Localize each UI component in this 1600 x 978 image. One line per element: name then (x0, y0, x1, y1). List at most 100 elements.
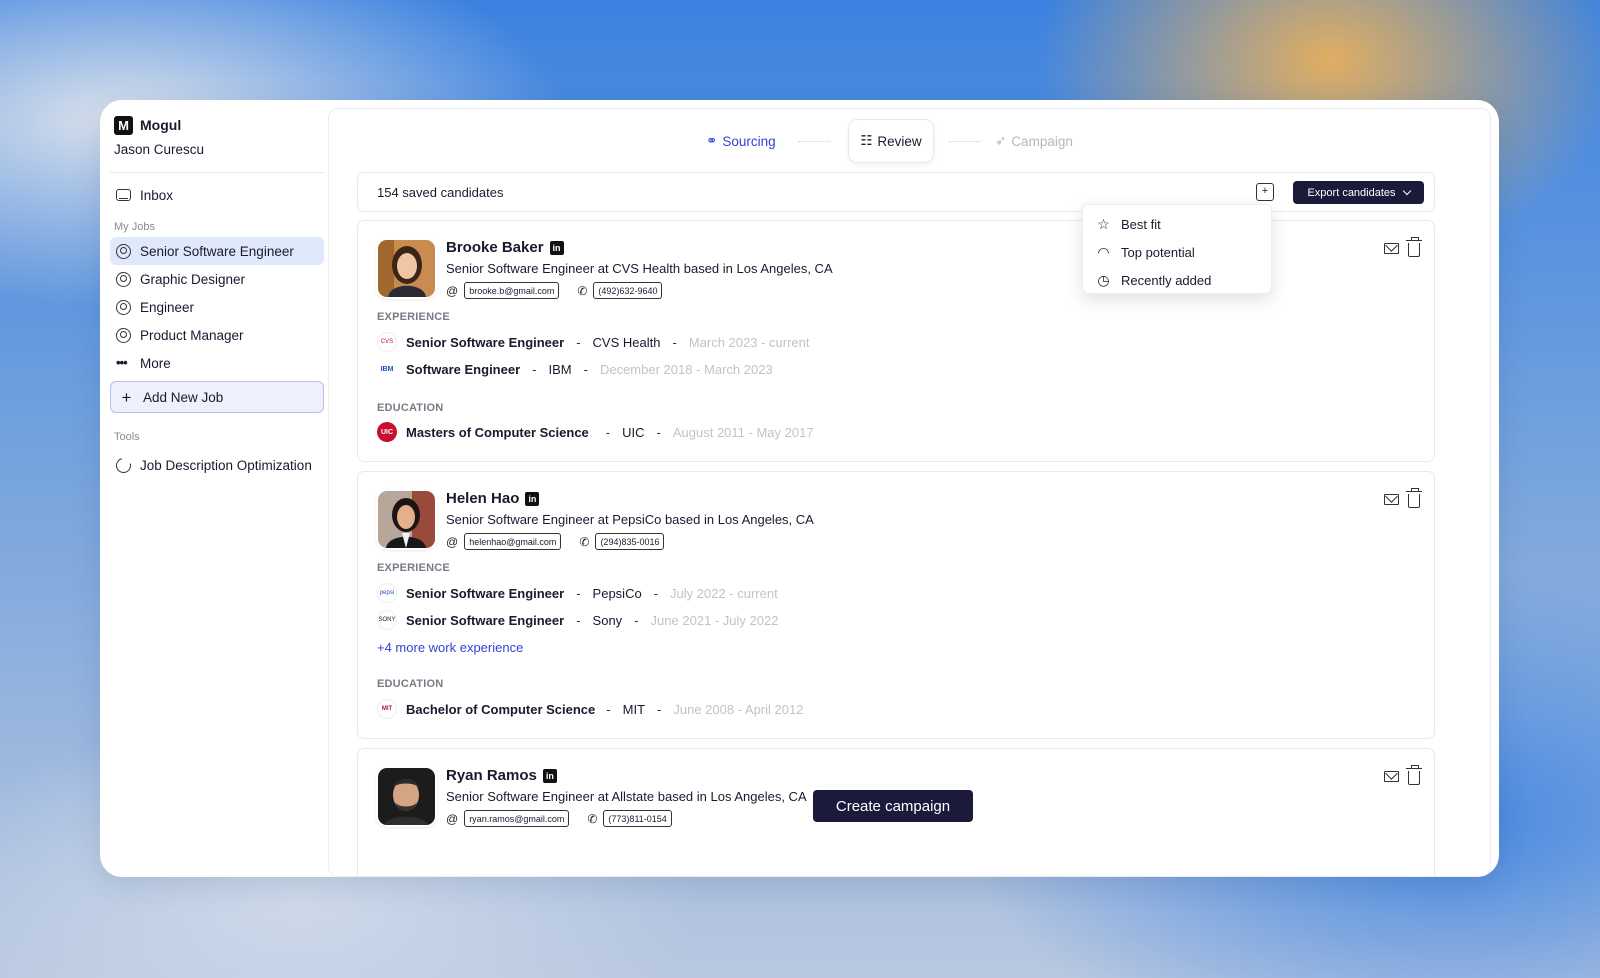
company: IBM (548, 361, 572, 377)
sidebar-item-label: Engineer (140, 299, 195, 315)
sidebar-item-job[interactable]: Senior Software Engineer (110, 237, 324, 265)
create-campaign-button[interactable]: Create campaign (813, 790, 973, 822)
phone-icon: ✆ (577, 283, 588, 298)
phone-pill[interactable]: (294)835-0016 (595, 533, 665, 550)
company: CVS Health (592, 334, 661, 350)
separator: - (532, 361, 537, 377)
avatar (378, 491, 435, 548)
sort-menu: ☆ Best fit ◠ Top potential ◷ Recently ad… (1082, 204, 1272, 294)
trash-icon[interactable] (1406, 488, 1422, 508)
separator: - (606, 701, 611, 717)
separator: - (583, 361, 588, 377)
step-connector (949, 141, 981, 142)
candidate-card: Brooke Baker in Senior Software Engineer… (357, 220, 1435, 462)
candidate-name: Ryan Ramos (446, 767, 537, 784)
school-logo: MIT (377, 699, 397, 719)
loading-circle-icon (113, 454, 134, 476)
rocket-icon: ➶ (995, 133, 1007, 148)
brand-logo: M (114, 115, 133, 135)
target-icon (116, 271, 131, 287)
step-label: Campaign (1011, 133, 1073, 149)
sidebar-item-inbox[interactable]: Inbox (110, 181, 324, 209)
sort-option-recently-added[interactable]: ◷ Recently added (1083, 266, 1271, 294)
education-row: UIC Masters of Computer Science - UIC - … (377, 422, 814, 442)
sidebar: M Mogul Jason Curescu Inbox My Jobs Seni… (100, 100, 334, 877)
card-actions (1384, 488, 1422, 508)
sidebar-item-job-description-optimization[interactable]: Job Description Optimization (110, 451, 324, 479)
linkedin-icon[interactable]: in (549, 240, 564, 255)
clock-icon: ◷ (1097, 271, 1110, 288)
trash-icon[interactable] (1406, 765, 1422, 785)
contact-row: @ ryan.ramos@gmail.com ✆ (773)811-0154 (446, 810, 672, 827)
email-pill[interactable]: brooke.b@gmail.com (464, 282, 560, 299)
sidebar-item-label: Product Manager (140, 327, 244, 343)
step-label: Review (877, 133, 922, 149)
user-name: Jason Curescu (114, 142, 205, 157)
separator: - (576, 334, 581, 350)
email-pill[interactable]: helenhao@gmail.com (464, 533, 562, 550)
star-icon: ☆ (1097, 215, 1110, 232)
sidebar-item-label: Job Description Optimization (140, 457, 312, 473)
company: PepsiCo (592, 585, 642, 601)
phone-pill[interactable]: (773)811-0154 (603, 810, 672, 827)
target-icon (116, 243, 131, 259)
chevron-down-icon (1402, 186, 1411, 196)
separator: - (672, 334, 677, 350)
dates: June 2021 - July 2022 (650, 612, 779, 628)
phone-pill[interactable]: (492)632-9640 (593, 282, 663, 299)
company-logo: IBM (377, 359, 397, 379)
separator: - (657, 701, 662, 717)
linkedin-icon[interactable]: in (542, 768, 557, 783)
trash-icon[interactable] (1406, 237, 1422, 257)
school-logo: UIC (377, 422, 397, 442)
export-label: Export candidates (1307, 186, 1396, 199)
role: Software Engineer (406, 361, 521, 377)
email-pill[interactable]: ryan.ramos@gmail.com (464, 810, 570, 827)
candidate-name: Helen Hao (446, 490, 520, 507)
mail-icon[interactable] (1384, 243, 1399, 254)
export-candidates-button[interactable]: Export candidates (1293, 181, 1424, 204)
app-window: M Mogul Jason Curescu Inbox My Jobs Seni… (100, 100, 1499, 877)
experience-row: SONY Senior Software Engineer - Sony - J… (377, 610, 778, 630)
step-campaign[interactable]: ➶ Campaign (995, 119, 1073, 163)
linkedin-icon[interactable]: in (525, 491, 540, 506)
mail-icon[interactable] (1384, 494, 1399, 505)
add-new-job-button[interactable]: + Add New Job (110, 381, 324, 413)
my-jobs-label: My Jobs (114, 221, 155, 233)
brand: M Mogul (110, 114, 324, 136)
dates: March 2023 - current (688, 334, 810, 350)
phone-icon: ✆ (587, 811, 598, 826)
sidebar-item-job[interactable]: Graphic Designer (110, 265, 324, 293)
sparkle-add-icon[interactable]: + (1256, 183, 1274, 201)
at-icon: @ (446, 534, 459, 549)
brand-name: Mogul (140, 117, 182, 133)
separator: - (605, 424, 611, 440)
company-logo: pepsi (377, 583, 397, 603)
phone-icon: ✆ (579, 534, 590, 549)
sidebar-item-job[interactable]: Engineer (110, 293, 324, 321)
step-connector (798, 141, 830, 142)
candidate-name-row: Ryan Ramos in (446, 767, 557, 784)
step-sourcing[interactable]: ⚭ Sourcing (706, 119, 776, 163)
sort-option-top-potential[interactable]: ◠ Top potential (1083, 238, 1271, 266)
target-icon (116, 327, 131, 343)
sort-option-best-fit[interactable]: ☆ Best fit (1083, 210, 1271, 238)
company-logo: CVS (377, 332, 397, 352)
sidebar-item-more[interactable]: ••• More (110, 349, 324, 377)
step-review[interactable]: ☷ Review (848, 119, 934, 163)
step-label: Sourcing (722, 133, 776, 149)
role: Senior Software Engineer (406, 612, 565, 628)
experience-label: EXPERIENCE (377, 562, 450, 574)
candidates-toolbar: 154 saved candidates + Export candidates (357, 172, 1435, 212)
gauge-icon: ◠ (1097, 243, 1110, 260)
sidebar-item-job[interactable]: Product Manager (110, 321, 324, 349)
separator: - (653, 585, 659, 601)
mail-icon[interactable] (1384, 771, 1399, 782)
company: Sony (592, 612, 623, 628)
stepper: ⚭ Sourcing ☷ Review ➶ Campaign (329, 119, 1490, 163)
sort-option-label: Recently added (1121, 272, 1212, 288)
sidebar-item-label: Inbox (140, 187, 174, 203)
more-work-experience-link[interactable]: +4 more work experience (377, 640, 523, 655)
dates: June 2008 - April 2012 (673, 701, 804, 717)
education-label: EDUCATION (377, 678, 444, 690)
